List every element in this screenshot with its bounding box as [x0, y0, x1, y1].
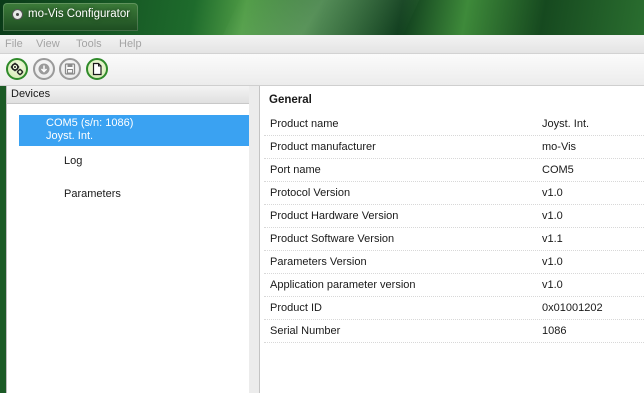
window-title-tab[interactable]: mo-Vis Configurator [3, 3, 138, 31]
property-row: Product Hardware Version v1.0 [264, 205, 644, 228]
property-value: v1.1 [542, 233, 563, 245]
property-value: v1.0 [542, 279, 563, 291]
property-name: Application parameter version [270, 279, 416, 291]
tree-item-parameters[interactable]: Parameters [64, 188, 121, 200]
window-title: mo-Vis Configurator [28, 8, 131, 20]
app-icon [12, 9, 23, 20]
panel-splitter[interactable] [249, 86, 260, 393]
property-name: Product Software Version [270, 233, 395, 245]
property-row: Product Software Version v1.1 [264, 228, 644, 251]
devices-header-label: Devices [11, 88, 51, 100]
devices-header: Devices [7, 86, 250, 104]
download-icon [38, 63, 50, 75]
menu-view[interactable]: View [36, 38, 60, 50]
title-bar-glare [216, 0, 424, 35]
general-panel: General Product name Joyst. Int. Product… [260, 86, 644, 393]
property-value: v1.0 [542, 256, 563, 268]
document-button[interactable] [86, 58, 108, 80]
save-button[interactable] [59, 58, 81, 80]
property-value: Joyst. Int. [542, 118, 590, 130]
property-row: Product manufacturer mo-Vis [264, 136, 644, 159]
save-icon [64, 63, 76, 75]
property-name: Product name [270, 118, 339, 130]
connect-button[interactable] [6, 58, 28, 80]
gears-icon [10, 62, 24, 76]
property-row: Product name Joyst. Int. [264, 113, 644, 136]
menu-file[interactable]: File [5, 38, 23, 50]
property-name: Product manufacturer [270, 141, 376, 153]
menu-tools[interactable]: Tools [76, 38, 102, 50]
menu-bar: File View Tools Help [0, 35, 644, 54]
tree-item-log[interactable]: Log [64, 155, 82, 167]
property-name: Protocol Version [270, 187, 351, 199]
property-name: Product Hardware Version [270, 210, 399, 222]
document-icon [92, 62, 102, 76]
property-name: Product ID [270, 302, 322, 314]
property-name: Port name [270, 164, 321, 176]
property-name: Parameters Version [270, 256, 367, 268]
property-value: mo-Vis [542, 141, 577, 153]
device-item-com5[interactable]: COM5 (s/n: 1086) Joyst. Int. [19, 115, 250, 146]
property-row: Application parameter version v1.0 [264, 274, 644, 297]
property-row: Serial Number 1086 [264, 320, 644, 343]
property-row: Protocol Version v1.0 [264, 182, 644, 205]
section-title: General [269, 94, 312, 106]
property-row: Parameters Version v1.0 [264, 251, 644, 274]
property-row: Product ID 0x01001202 [264, 297, 644, 320]
device-port-label: COM5 (s/n: 1086) [46, 117, 134, 129]
toolbar [0, 54, 644, 86]
property-row: Port name COM5 [264, 159, 644, 182]
devices-panel: Devices COM5 (s/n: 1086) Joyst. Int. Log… [6, 86, 251, 393]
device-product-label: Joyst. Int. [46, 130, 94, 142]
property-value: 0x01001202 [542, 302, 603, 314]
title-bar: mo-Vis Configurator [0, 0, 644, 35]
property-name: Serial Number [270, 325, 341, 337]
property-value: v1.0 [542, 210, 563, 222]
menu-help[interactable]: Help [119, 38, 142, 50]
property-value: v1.0 [542, 187, 563, 199]
download-button[interactable] [33, 58, 55, 80]
property-value: 1086 [542, 325, 567, 337]
property-value: COM5 [542, 164, 574, 176]
